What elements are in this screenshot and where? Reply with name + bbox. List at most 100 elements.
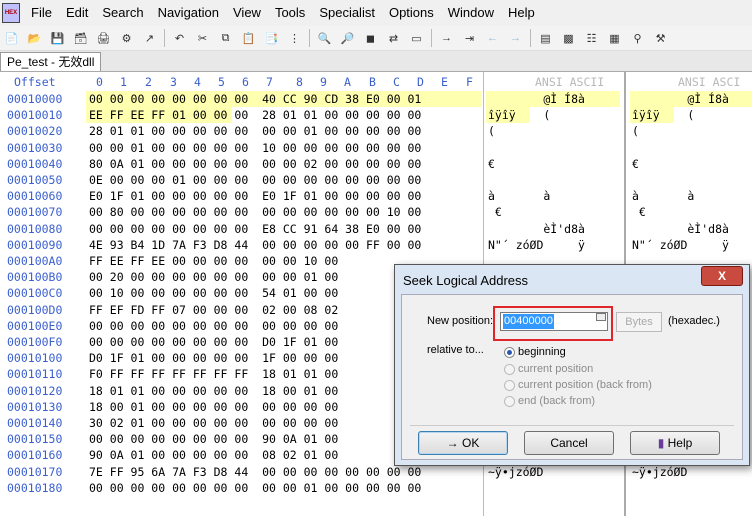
table-row[interactable]: 00010060 E0 1F 01 00 00 00 00 00 E0 1F 01… [0, 188, 752, 204]
menu-search[interactable]: Search [95, 0, 150, 26]
radio-end-back[interactable]: end (back from) [504, 394, 704, 410]
table-row[interactable]: 00010050 0E 00 00 00 01 00 00 00 00 00 00… [0, 172, 752, 188]
cancel-button[interactable]: Cancel [524, 431, 614, 455]
table-row[interactable]: 00010000 00 00 00 00 00 00 00 00 40 CC 90… [0, 91, 752, 107]
tools-icon[interactable]: ⚒ [651, 29, 670, 47]
menu-options[interactable]: Options [382, 0, 441, 26]
table-row[interactable]: 00010020 28 01 01 00 00 00 00 00 00 00 01… [0, 123, 752, 139]
menu-tools[interactable]: Tools [268, 0, 312, 26]
menu-window[interactable]: Window [441, 0, 501, 26]
row-offset: 00010000 [7, 92, 63, 106]
table-row[interactable]: 00010080 00 00 00 00 00 00 00 00 E8 CC 91… [0, 221, 752, 237]
help-book-icon: ▮ [657, 436, 668, 450]
hexadec-label: (hexadec.) [668, 315, 720, 327]
goto-page-icon[interactable]: ⇥ [460, 29, 479, 47]
menu-bar: HEX File Edit Search Navigation View Too… [0, 0, 752, 26]
row-ascii-2: N"´ zóØD ÿ [632, 237, 729, 252]
radio-current-position[interactable]: current position [504, 362, 704, 378]
radio-current-back[interactable]: current position (back from) [504, 378, 704, 394]
table-row[interactable]: 00010040 80 0A 01 00 00 00 00 00 00 00 02… [0, 156, 752, 172]
bytes-button[interactable]: Bytes [616, 312, 662, 332]
calculator-icon[interactable]: ▦ [605, 29, 624, 47]
find-icon[interactable]: 🔍 [315, 29, 334, 47]
row-hex: FF EF FD FF 07 00 00 00 02 00 08 02 [89, 302, 339, 317]
radio-dot [504, 347, 515, 358]
open-file-icon[interactable]: 📂 [25, 29, 44, 47]
row-ascii: èÌ'd8à [488, 221, 585, 236]
menu-specialist[interactable]: Specialist [312, 0, 382, 26]
tab-pe-test[interactable]: Pe_test - 无效dll [0, 52, 102, 71]
row-hex: 00 00 00 00 00 00 00 00 00 00 00 00 [89, 318, 339, 333]
row-hex: 00 00 00 00 00 00 00 00 40 CC 90 CD 38 E… [89, 92, 422, 106]
document-tabs: Pe_test - 无效dll [0, 51, 752, 72]
toolbar-separator [164, 29, 165, 47]
row-hex: 90 0A 01 00 00 00 00 00 08 02 01 00 [89, 448, 339, 463]
disk-icon[interactable]: ▤ [536, 29, 555, 47]
row-offset: 000100A0 [7, 254, 63, 268]
undo-icon[interactable]: ↶ [170, 29, 189, 47]
row-offset: 00010100 [7, 351, 63, 366]
highlight-box [493, 306, 613, 341]
ok-button[interactable]: → OK [418, 431, 508, 455]
offset-header: Offset [14, 75, 56, 89]
paste-special-icon[interactable]: 📑 [262, 29, 281, 47]
copy-icon[interactable]: ⧉ [216, 29, 235, 47]
radio-dot [504, 396, 515, 407]
cut-icon[interactable]: ✂ [193, 29, 212, 47]
binary-icon[interactable]: ⋮ [285, 29, 304, 47]
row-hex: FF EE FF EE 00 00 00 00 00 00 10 00 [89, 254, 339, 268]
col-header-4: 4 [194, 75, 201, 89]
radio-label: beginning [518, 346, 566, 358]
new-file-icon[interactable]: 📄 [2, 29, 21, 47]
table-row[interactable]: 00010180 00 00 00 00 00 00 00 00 00 00 01… [0, 480, 752, 496]
forward-icon[interactable]: → [506, 29, 525, 47]
col-header-8: 8 [296, 75, 303, 89]
new-position-label: New position: [427, 315, 494, 327]
menu-help[interactable]: Help [501, 0, 542, 26]
replace-hex-icon[interactable]: ▭ [407, 29, 426, 47]
find-next-icon[interactable]: 🔎 [338, 29, 357, 47]
close-button[interactable]: X [701, 266, 743, 286]
find-hex-icon[interactable]: ◼ [361, 29, 380, 47]
row-hex: E0 1F 01 00 00 00 00 00 E0 1F 01 00 00 0… [89, 189, 422, 204]
row-hex: F0 FF FF FF FF FF FF FF 18 01 01 00 [89, 367, 339, 382]
radio-beginning[interactable]: beginning [504, 345, 704, 361]
paste-icon[interactable]: 📋 [239, 29, 258, 47]
row-offset: 00010080 [7, 221, 63, 236]
help-button[interactable]: ▮ Help [630, 431, 720, 455]
row-ascii: N"´ zóØD ÿ [488, 237, 585, 252]
row-ascii-2: èÌ'd8à [632, 221, 729, 236]
row-hex: 00 20 00 00 00 00 00 00 00 00 01 00 [89, 270, 339, 285]
back-icon[interactable]: ← [483, 29, 502, 47]
row-hex: 00 00 00 00 00 00 00 00 E8 CC 91 64 38 E… [89, 221, 422, 236]
save-all-icon[interactable]: 🗃 [71, 29, 90, 47]
save-icon[interactable]: 💾 [48, 29, 67, 47]
open-disk-icon[interactable]: ▩ [559, 29, 578, 47]
menu-edit[interactable]: Edit [59, 0, 95, 26]
menu-file[interactable]: File [24, 0, 59, 26]
table-row[interactable]: 00010010 EE FF EE FF 01 00 00 00 28 01 01… [0, 107, 752, 123]
row-hex: 00 00 00 00 00 00 00 00 D0 1F 01 00 [89, 335, 339, 349]
analyze-icon[interactable]: ⚲ [628, 29, 647, 47]
properties-icon[interactable]: ⚙ [117, 29, 136, 47]
print-icon[interactable]: 🖨 [94, 29, 113, 47]
row-offset: 00010070 [7, 205, 63, 220]
row-hex: 0E 00 00 00 01 00 00 00 00 00 00 00 00 0… [89, 173, 422, 187]
row-ascii: ~ÿ•jzóØD [488, 464, 544, 479]
row-offset: 00010140 [7, 416, 63, 430]
table-row[interactable]: 00010030 00 00 01 00 00 00 00 00 10 00 00… [0, 140, 752, 156]
row-ascii: à à [488, 189, 551, 204]
row-offset: 00010030 [7, 140, 63, 155]
menu-view[interactable]: View [226, 0, 268, 26]
goto-offset-icon[interactable]: → [437, 29, 456, 47]
col-header-6: 6 [242, 75, 249, 89]
replace-icon[interactable]: ⇄ [384, 29, 403, 47]
radio-label: end (back from) [518, 395, 596, 407]
row-ascii-2: € [632, 156, 639, 171]
export-icon[interactable]: ↗ [140, 29, 159, 47]
col-header-5: 5 [218, 75, 225, 89]
menu-navigation[interactable]: Navigation [151, 0, 226, 26]
table-row[interactable]: 00010090 4E 93 B4 1D 7A F3 D8 44 00 00 00… [0, 237, 752, 253]
table-row[interactable]: 00010070 00 80 00 00 00 00 00 00 00 00 00… [0, 204, 752, 220]
ram-icon[interactable]: ☷ [582, 29, 601, 47]
